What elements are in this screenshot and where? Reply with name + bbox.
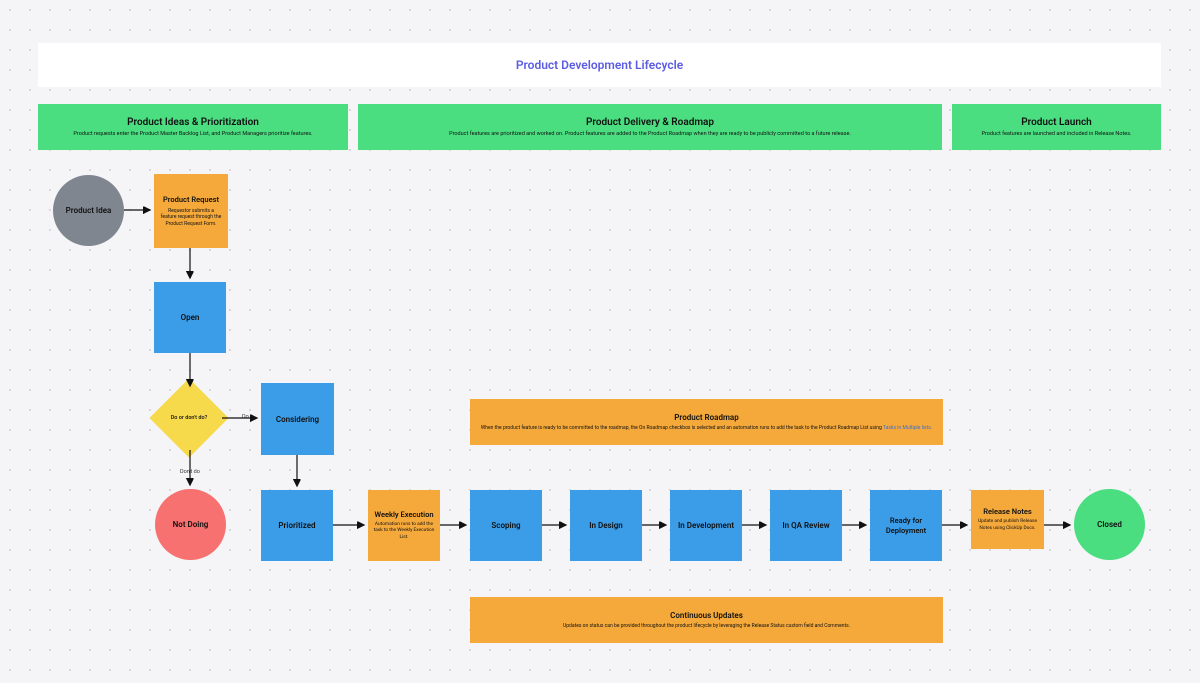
weekly-sub: Automation runs to add the task to the W… [373, 522, 435, 541]
roadmap-title: Product Roadmap [674, 413, 738, 422]
lane-delivery-title: Product Delivery & Roadmap [586, 117, 714, 128]
notes-title: Release Notes [983, 507, 1032, 516]
page-title: Product Development Lifecycle [516, 58, 683, 72]
open-label: Open [181, 313, 200, 322]
node-not-doing[interactable]: Not Doing [155, 489, 226, 560]
prioritized-label: Prioritized [278, 521, 315, 530]
edge-dontdo-label: Don't do [178, 469, 202, 475]
lane-ideas-sub: Product requests enter the Product Maste… [73, 131, 312, 137]
edge-do-label: Do [240, 414, 251, 420]
updates-title: Continuous Updates [670, 611, 743, 620]
dev-label: In Development [678, 521, 734, 530]
request-sub: Requestor submits a feature request thro… [160, 208, 222, 228]
weekly-title: Weekly Execution [374, 510, 433, 519]
decision-label: Do or don't do? [171, 415, 208, 422]
notes-sub: Update and publish Release Notes using C… [976, 519, 1039, 531]
lane-ideas: Product Ideas & Prioritization Product r… [38, 104, 348, 150]
lane-launch-sub: Product features are launched and includ… [982, 131, 1132, 137]
lane-launch-title: Product Launch [1021, 117, 1092, 128]
node-product-idea[interactable]: Product Idea [53, 175, 124, 246]
qa-label: In QA Review [782, 521, 829, 530]
lane-launch: Product Launch Product features are laun… [952, 104, 1161, 150]
updates-sub: Updates on status can be provided throug… [563, 623, 850, 630]
node-considering[interactable]: Considering [261, 383, 334, 455]
request-title: Product Request [163, 195, 219, 204]
node-closed[interactable]: Closed [1074, 489, 1145, 560]
lane-delivery: Product Delivery & Roadmap Product featu… [358, 104, 942, 150]
node-in-development[interactable]: In Development [670, 490, 742, 561]
node-in-design[interactable]: In Design [570, 490, 642, 561]
node-weekly-execution[interactable]: Weekly Execution Automation runs to add … [368, 490, 440, 561]
roadmap-link[interactable]: Tasks in Multiple lists. [883, 425, 932, 431]
closed-label: Closed [1097, 520, 1122, 529]
lane-ideas-title: Product Ideas & Prioritization [127, 117, 259, 128]
node-continuous-updates[interactable]: Continuous Updates Updates on status can… [470, 597, 943, 643]
ready-label: Ready for Deployment [870, 516, 942, 536]
node-open[interactable]: Open [154, 282, 226, 353]
roadmap-sub: When the product feature is ready to be … [481, 425, 932, 432]
roadmap-sub-text: When the product feature is ready to be … [481, 425, 883, 431]
lane-delivery-sub: Product features are prioritized and wor… [449, 131, 851, 137]
title-bar: Product Development Lifecycle [38, 43, 1161, 87]
considering-label: Considering [276, 415, 319, 424]
node-product-request[interactable]: Product Request Requestor submits a feat… [154, 174, 228, 248]
idea-label: Product Idea [66, 206, 112, 215]
node-in-qa-review[interactable]: In QA Review [770, 490, 842, 561]
node-release-notes[interactable]: Release Notes Update and publish Release… [971, 490, 1044, 549]
scoping-label: Scoping [491, 521, 520, 530]
node-prioritized[interactable]: Prioritized [261, 490, 333, 561]
node-decision[interactable]: Do or don't do? [149, 378, 228, 457]
design-label: In Design [589, 521, 622, 530]
node-ready-for-deployment[interactable]: Ready for Deployment [870, 490, 942, 561]
node-product-roadmap[interactable]: Product Roadmap When the product feature… [470, 399, 943, 445]
node-scoping[interactable]: Scoping [470, 490, 542, 561]
notdoing-label: Not Doing [173, 520, 209, 529]
